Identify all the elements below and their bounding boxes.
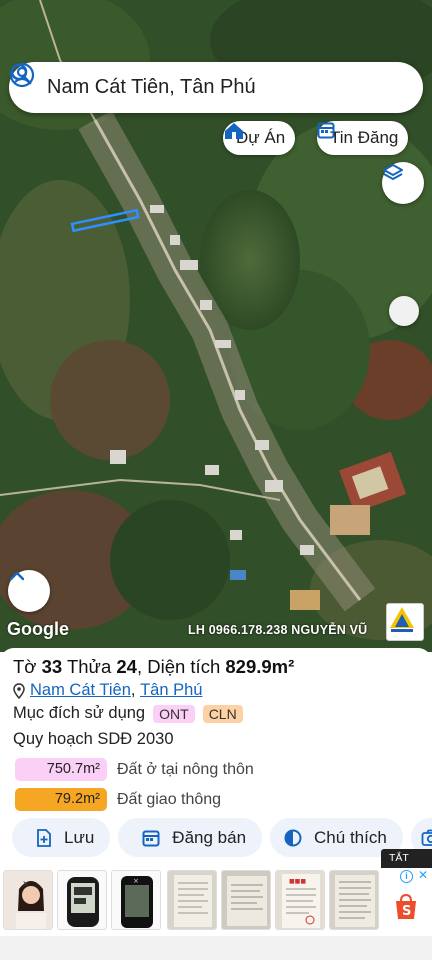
- brand-logo: [386, 603, 424, 641]
- action-bar: Lưu Đăng bán Chú thích: [12, 818, 432, 857]
- zone-area-value: 79.2m²: [15, 788, 107, 811]
- ad-thumbnail[interactable]: [329, 870, 379, 930]
- district-link[interactable]: Tân Phú: [140, 681, 202, 700]
- save-button-label: Lưu: [64, 827, 95, 847]
- svg-text:S: S: [402, 904, 411, 919]
- purpose-tag-cln: CLN: [202, 704, 243, 723]
- parcel-summary: Tờ 33 Thửa 24, Diện tích 829.9m²: [13, 656, 294, 678]
- zone-label: Đất ở tại nông thôn: [117, 760, 254, 778]
- parcel-area: 829.9m²: [225, 656, 295, 677]
- ad-thumbnail[interactable]: ×: [3, 870, 53, 930]
- close-ad-button[interactable]: TẮT QC: [381, 849, 432, 883]
- shopee-logo-icon[interactable]: S: [394, 893, 418, 925]
- svg-text:×: ×: [22, 879, 30, 890]
- ad-thumbnail[interactable]: ×: [111, 870, 161, 930]
- purpose-tag-ont: ONT: [153, 704, 195, 723]
- contact-watermark: LH 0966.178.238 NGUYỄN VŨ: [188, 623, 368, 637]
- system-navigation-bar: [0, 936, 432, 960]
- legend-button-label: Chú thích: [314, 827, 387, 847]
- ad-banner[interactable]: TẮT QC × × ■■■ i ✕ S: [0, 849, 432, 936]
- ad-thumbnail[interactable]: [221, 870, 271, 930]
- google-attribution: Google: [7, 619, 69, 639]
- save-button[interactable]: Lưu: [12, 818, 111, 857]
- ad-thumbnail[interactable]: ■■■: [275, 870, 325, 930]
- ad-thumbnail[interactable]: [167, 870, 217, 930]
- svg-text:×: ×: [133, 877, 139, 885]
- location-separator: ,: [130, 681, 136, 699]
- zone-row: 750.7m² Đất ở tại nông thôn: [15, 758, 254, 781]
- expand-up-button[interactable]: [8, 570, 50, 612]
- purpose-label: Mục đích sử dụng: [13, 704, 146, 722]
- satellite-map[interactable]: Nam Cát Tiên, Tân Phú Dự Án Tin Đăng Goo…: [0, 0, 432, 652]
- camera-icon: [421, 829, 432, 847]
- layers-button[interactable]: [382, 162, 424, 204]
- map-slider-handle[interactable]: [389, 296, 419, 326]
- ad-info-icon[interactable]: i: [400, 870, 413, 883]
- sheet-label: Tờ: [13, 656, 37, 677]
- post-button-label: Đăng bán: [172, 827, 247, 847]
- svg-text:■■■: ■■■: [289, 878, 306, 885]
- planning-title: Quy hoạch SDĐ 2030: [13, 730, 174, 748]
- area-label: , Diện tích: [136, 656, 221, 677]
- commune-link[interactable]: Nam Cát Tiên: [30, 681, 131, 700]
- listings-chip-label: Tin Đăng: [330, 128, 399, 147]
- post-for-sale-button[interactable]: Đăng bán: [118, 818, 263, 857]
- ad-close-icon[interactable]: ✕: [418, 868, 428, 882]
- plot-label: Thửa: [66, 656, 112, 677]
- contrast-icon: [284, 829, 302, 847]
- zone-area-value: 750.7m²: [15, 758, 107, 781]
- zone-row: 79.2m² Đất giao thông: [15, 788, 221, 811]
- location-pin-icon: [13, 682, 25, 699]
- calendar-icon: [142, 829, 160, 847]
- land-use-purpose: Mục đích sử dụng ONT CLN: [13, 704, 243, 723]
- add-document-icon: [36, 828, 52, 847]
- listings-chip[interactable]: Tin Đăng: [317, 121, 409, 155]
- location-line: Nam Cát Tiên, Tân Phú: [13, 681, 202, 700]
- plot-number: 24: [116, 656, 137, 677]
- search-bar[interactable]: Nam Cát Tiên, Tân Phú: [9, 62, 423, 113]
- parcel-info-panel: Tờ 33 Thửa 24, Diện tích 829.9m² Nam Cát…: [0, 648, 432, 870]
- zone-label: Đất giao thông: [117, 790, 222, 808]
- projects-chip[interactable]: Dự Án: [223, 121, 296, 155]
- search-input[interactable]: Nam Cát Tiên, Tân Phú: [47, 76, 409, 99]
- ad-thumbnail[interactable]: [57, 870, 107, 930]
- sheet-number: 33: [41, 656, 63, 677]
